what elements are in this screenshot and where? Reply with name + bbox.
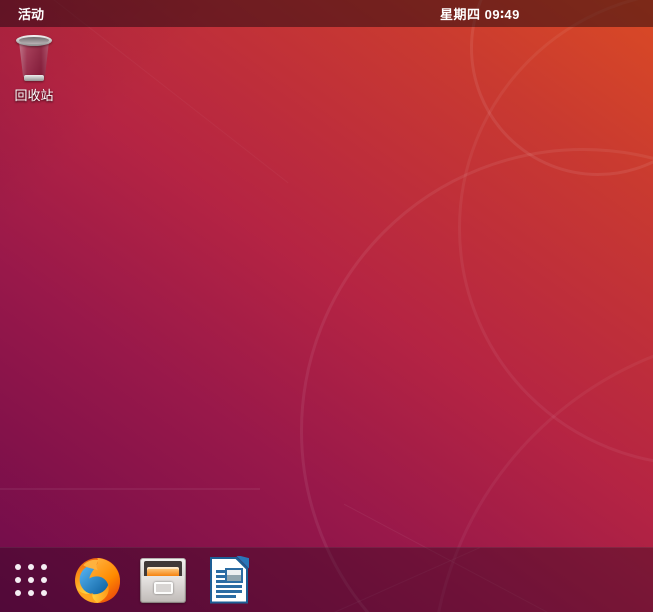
writer-text-line xyxy=(216,584,242,588)
dock-item-firefox[interactable] xyxy=(73,556,121,604)
dock xyxy=(0,547,653,612)
writer-text-line xyxy=(216,594,236,598)
trash-can-body xyxy=(18,41,50,77)
trash-can-rim xyxy=(16,35,52,46)
dock-item-libreoffice-writer[interactable] xyxy=(205,555,253,604)
top-panel: 活动 星期四 09∶49 xyxy=(0,0,653,27)
dock-item-files[interactable] xyxy=(139,556,187,604)
writer-document-icon xyxy=(210,555,249,604)
desktop-trash-shortcut[interactable]: 回收站 xyxy=(7,31,61,104)
trash-can-icon xyxy=(11,31,57,81)
dock-item-show-applications[interactable] xyxy=(7,556,55,604)
file-cabinet-icon xyxy=(140,557,186,603)
clock-button[interactable]: 星期四 09∶49 xyxy=(440,0,520,27)
writer-image-thumb xyxy=(225,567,243,583)
cabinet-open-drawer xyxy=(144,560,182,576)
cabinet-folders xyxy=(147,566,179,576)
cabinet-front xyxy=(142,575,184,601)
writer-text-line xyxy=(216,589,242,593)
trash-can-base xyxy=(24,75,44,81)
activities-button[interactable]: 活动 xyxy=(14,2,48,25)
desktop-wallpaper: 活动 星期四 09∶49 回收站 xyxy=(0,0,653,612)
firefox-icon xyxy=(74,557,120,603)
cabinet-handle xyxy=(153,582,173,594)
app-grid-icon xyxy=(15,564,47,596)
trash-label: 回收站 xyxy=(14,88,54,103)
wallpaper-line xyxy=(0,488,260,490)
